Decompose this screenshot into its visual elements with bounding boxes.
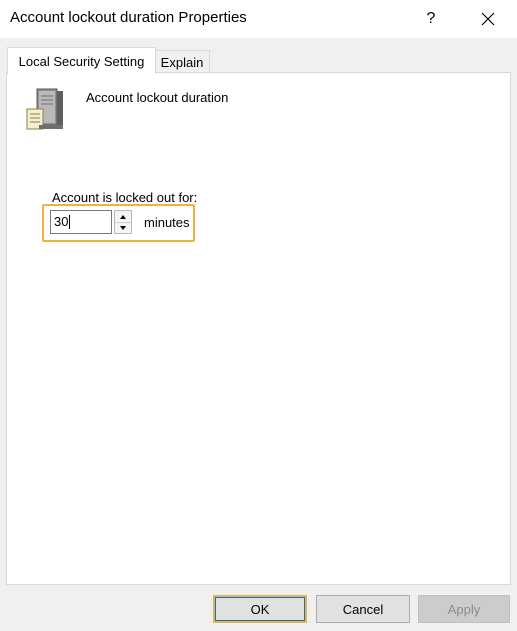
policy-name: Account lockout duration [86, 90, 229, 105]
close-icon [481, 12, 495, 26]
cancel-button[interactable]: Cancel [316, 595, 410, 623]
ok-button[interactable]: OK [213, 595, 307, 623]
help-label: ? [426, 10, 436, 27]
lockout-duration-group: 30 minutes [42, 204, 195, 242]
help-button[interactable]: ? [418, 2, 444, 36]
settings-panel: Account lockout duration Account is lock… [6, 72, 511, 585]
decrement-button[interactable] [115, 222, 131, 233]
tab-label: Local Security Setting [18, 53, 145, 69]
text-caret [69, 214, 71, 229]
lockout-duration-input[interactable]: 30 [50, 210, 112, 234]
apply-label: Apply [447, 601, 481, 617]
tab-local-security-setting[interactable]: Local Security Setting [7, 47, 156, 74]
lockout-duration-value: 30 [54, 214, 69, 229]
cancel-label: Cancel [342, 601, 384, 617]
window-title: Account lockout duration Properties [10, 9, 247, 26]
tab-label: Explain [160, 54, 204, 70]
chevron-up-icon [120, 214, 126, 219]
title-bar: Account lockout duration Properties ? [0, 0, 517, 38]
server-policy-icon [26, 88, 63, 130]
close-button[interactable] [470, 2, 506, 36]
chevron-down-icon [120, 225, 126, 230]
lockout-duration-label: Account is locked out for: [52, 190, 198, 205]
ok-label: OK [250, 601, 270, 617]
tab-explain[interactable]: Explain [154, 50, 210, 73]
unit-label: minutes [144, 215, 190, 230]
lockout-duration-stepper[interactable] [114, 210, 132, 234]
apply-button[interactable]: Apply [418, 595, 510, 623]
